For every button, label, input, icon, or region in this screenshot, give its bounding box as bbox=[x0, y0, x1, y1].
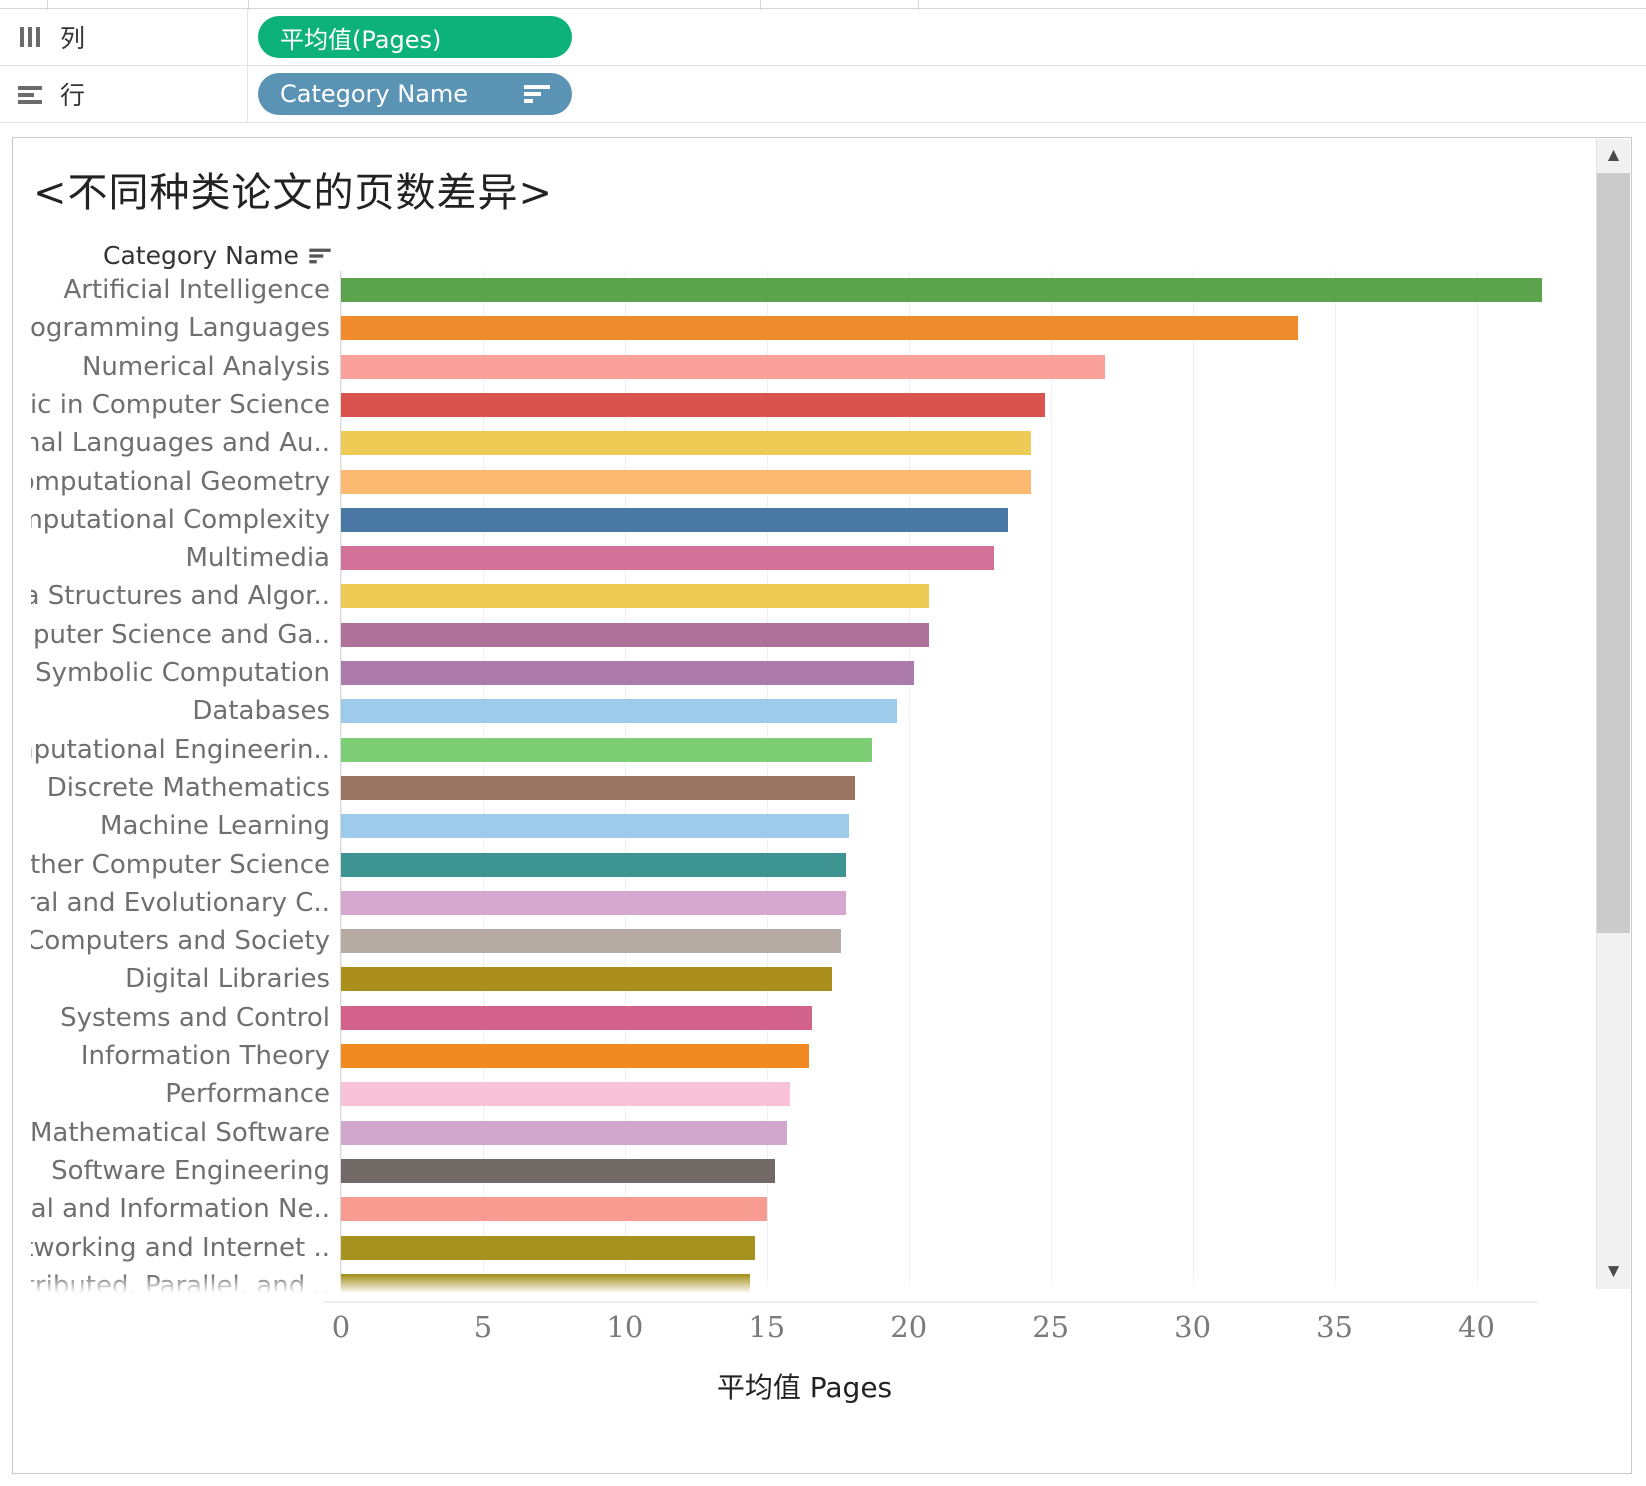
bar[interactable] bbox=[341, 737, 872, 762]
x-tick-label: 0 bbox=[331, 1310, 351, 1344]
category-label[interactable]: Computer Science and Ga.. bbox=[31, 620, 330, 650]
shelf-top-divider bbox=[0, 0, 1646, 10]
x-tick-label: 5 bbox=[473, 1310, 493, 1344]
rows-icon bbox=[18, 84, 44, 104]
category-label[interactable]: Logic in Computer Science bbox=[31, 390, 330, 420]
bar[interactable] bbox=[341, 852, 847, 877]
category-label[interactable]: Social and Information Ne.. bbox=[31, 1194, 330, 1224]
bar[interactable] bbox=[341, 1158, 776, 1183]
bar[interactable] bbox=[341, 546, 994, 571]
shelf-area: 列 平均值(Pages) 行 Category Name bbox=[0, 0, 1646, 123]
bar[interactable] bbox=[341, 1197, 767, 1222]
category-label[interactable]: Databases bbox=[192, 696, 330, 726]
category-label[interactable]: Neural and Evolutionary C.. bbox=[31, 888, 330, 918]
category-label[interactable]: Computational Engineerin.. bbox=[31, 735, 330, 765]
sort-descending-icon bbox=[524, 85, 550, 103]
bar[interactable] bbox=[341, 278, 1542, 302]
category-axis-labels: Artificial Intelligence Programming Langu… bbox=[31, 271, 338, 1301]
pill-category-name[interactable]: Category Name bbox=[258, 73, 572, 115]
category-label[interactable]: Multimedia bbox=[185, 543, 330, 573]
x-tick-label: 35 bbox=[1316, 1310, 1354, 1344]
category-label[interactable]: Software Engineering bbox=[51, 1156, 330, 1186]
chevron-down-icon[interactable]: ▼ bbox=[1597, 1255, 1630, 1289]
columns-shelf-label: 列 bbox=[0, 9, 248, 65]
bar[interactable] bbox=[341, 967, 833, 992]
bar[interactable] bbox=[341, 1082, 790, 1107]
gridline bbox=[1050, 271, 1052, 1301]
bar[interactable] bbox=[341, 622, 929, 647]
page-title: <不同种类论文的页数差异> bbox=[33, 170, 554, 216]
bar[interactable] bbox=[341, 316, 1298, 341]
columns-shelf[interactable]: 列 平均值(Pages) bbox=[0, 9, 1646, 66]
gridline bbox=[1334, 271, 1336, 1301]
pill-avg-pages[interactable]: 平均值(Pages) bbox=[258, 16, 572, 58]
pill-avg-pages-label: 平均值(Pages) bbox=[280, 25, 442, 54]
bar[interactable] bbox=[341, 699, 898, 724]
rows-shelf-dropzone[interactable]: Category Name bbox=[248, 66, 1646, 122]
category-label[interactable]: Performance bbox=[165, 1079, 330, 1109]
plot-area: Artificial Intelligence Programming Langu… bbox=[31, 271, 1614, 1301]
category-label[interactable]: Computational Geometry bbox=[31, 467, 330, 497]
x-tick-label: 10 bbox=[606, 1310, 644, 1344]
chevron-up-icon[interactable]: ▲ bbox=[1597, 139, 1630, 173]
category-label[interactable]: Mathematical Software bbox=[31, 1118, 330, 1148]
bars-container bbox=[341, 271, 1556, 1301]
bar[interactable] bbox=[341, 584, 929, 609]
sort-descending-icon[interactable] bbox=[309, 248, 331, 263]
columns-icon bbox=[18, 27, 44, 47]
x-axis-title: 平均值 Pages bbox=[716, 1371, 893, 1404]
rows-shelf[interactable]: 行 Category Name bbox=[0, 66, 1646, 123]
bar[interactable] bbox=[341, 661, 915, 685]
category-label[interactable]: Systems and Control bbox=[60, 1003, 330, 1033]
bar[interactable] bbox=[341, 1120, 787, 1145]
row-axis-header[interactable]: Category Name bbox=[103, 241, 333, 270]
gridline bbox=[908, 271, 910, 1301]
category-label[interactable]: Symbolic Computation bbox=[35, 658, 330, 688]
category-label[interactable]: Digital Libraries bbox=[125, 964, 330, 994]
category-label[interactable]: Discrete Mathematics bbox=[47, 773, 330, 803]
bar[interactable] bbox=[341, 354, 1105, 379]
pill-category-name-label: Category Name bbox=[280, 80, 469, 108]
bar[interactable] bbox=[341, 1005, 813, 1030]
category-label[interactable]: Networking and Internet .. bbox=[31, 1233, 330, 1263]
category-label[interactable]: Information Theory bbox=[81, 1041, 330, 1071]
bar[interactable] bbox=[341, 814, 850, 839]
bar[interactable] bbox=[341, 469, 1031, 494]
category-label[interactable]: Other Computer Science bbox=[31, 850, 330, 880]
bar[interactable] bbox=[341, 507, 1009, 532]
category-label[interactable]: Numerical Analysis bbox=[82, 352, 330, 382]
category-label[interactable]: Artificial Intelligence bbox=[64, 275, 331, 305]
x-tick-label: 15 bbox=[748, 1310, 786, 1344]
bar[interactable] bbox=[341, 392, 1046, 417]
bar[interactable] bbox=[341, 431, 1031, 456]
x-tick-label: 25 bbox=[1032, 1310, 1070, 1344]
bar[interactable] bbox=[341, 890, 847, 915]
bar[interactable] bbox=[341, 1044, 810, 1068]
row-axis-header-label: Category Name bbox=[103, 241, 299, 270]
x-tick-label: 40 bbox=[1458, 1310, 1495, 1344]
visualization-card: <不同种类论文的页数差异> Category Name Artificial I… bbox=[12, 137, 1632, 1474]
clip-fade bbox=[31, 1275, 1614, 1301]
scrollbar-thumb[interactable] bbox=[1597, 173, 1630, 933]
x-tick-label: 30 bbox=[1174, 1310, 1212, 1344]
category-label[interactable]: Computers and Society bbox=[31, 926, 330, 956]
columns-shelf-text: 列 bbox=[60, 24, 86, 53]
gridline bbox=[1476, 271, 1478, 1301]
gridline bbox=[1192, 271, 1194, 1301]
category-label[interactable]: Machine Learning bbox=[100, 811, 330, 841]
x-axis-line bbox=[323, 1301, 1538, 1303]
bar[interactable] bbox=[341, 1235, 756, 1260]
bar[interactable] bbox=[341, 929, 841, 954]
category-label[interactable]: Data Structures and Algor.. bbox=[31, 581, 330, 611]
category-label[interactable]: Programming Languages bbox=[31, 313, 330, 343]
x-tick-label: 20 bbox=[890, 1310, 928, 1344]
bar[interactable] bbox=[341, 775, 855, 800]
rows-shelf-text: 行 bbox=[60, 81, 86, 110]
category-label[interactable]: Formal Languages and Au.. bbox=[31, 428, 330, 458]
vertical-scrollbar[interactable]: ▲ ▼ bbox=[1596, 139, 1630, 1289]
columns-shelf-dropzone[interactable]: 平均值(Pages) bbox=[248, 9, 1646, 65]
category-label[interactable]: Computational Complexity bbox=[31, 505, 330, 535]
rows-shelf-label: 行 bbox=[0, 66, 248, 122]
